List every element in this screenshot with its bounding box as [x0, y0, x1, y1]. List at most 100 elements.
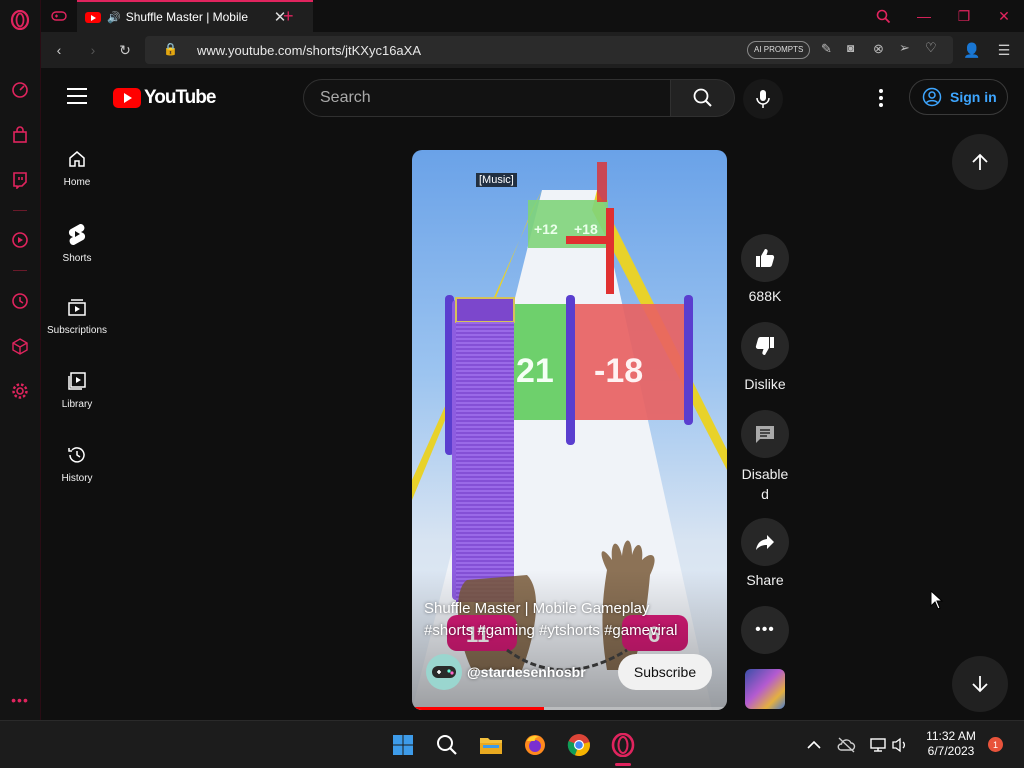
sidebar-item-history[interactable]: History	[41, 435, 113, 501]
search-button[interactable]	[671, 79, 735, 117]
lock-icon: 🔒	[163, 42, 178, 56]
channel-avatar[interactable]	[426, 654, 462, 690]
search-input[interactable]: Search	[303, 79, 671, 117]
url-field[interactable]: 🔒 www.youtube.com/shorts/jtKXyc16aXA AI …	[145, 36, 953, 64]
thumbs-down-icon	[755, 337, 774, 355]
volume-icon[interactable]	[886, 731, 914, 759]
cloud-offline-icon[interactable]	[832, 731, 860, 759]
tab-strip: 🔊 Shuffle Master | Mobile ✕ + — ❐ ✕	[41, 0, 1024, 32]
search-icon	[693, 88, 712, 107]
restore-button[interactable]: ❐	[953, 6, 975, 26]
opera-sidebar: •••	[0, 0, 41, 720]
speed-dial-icon[interactable]	[9, 79, 31, 101]
sidebar-item-label: History	[61, 473, 93, 484]
mouse-cursor-icon	[930, 590, 944, 610]
send-icon[interactable]: ➢	[899, 40, 910, 56]
subscribe-button[interactable]: Subscribe	[618, 654, 712, 690]
ai-prompts-button[interactable]: AI PROMPTS	[747, 41, 811, 59]
sound-thumbnail[interactable]	[745, 669, 785, 709]
heart-icon[interactable]: ♡	[925, 40, 937, 56]
tab-title: Shuffle Master | Mobile	[125, 10, 248, 24]
easy-setup-icon[interactable]: ☰	[994, 40, 1014, 60]
edit-icon[interactable]: ✎	[821, 41, 832, 57]
more-dots-icon[interactable]: •••	[9, 689, 31, 711]
library-icon	[68, 372, 86, 390]
comments-button[interactable]	[741, 410, 789, 458]
address-bar-row: ‹ › ↻ 🔒 www.youtube.com/shorts/jtKXyc16a…	[41, 32, 1024, 68]
comments-label-line-2: d	[761, 486, 769, 502]
reload-icon[interactable]: ↻	[115, 40, 135, 60]
sign-in-button[interactable]: Sign in	[909, 79, 1008, 115]
sidebar-item-label: Subscriptions	[46, 325, 108, 336]
notification-count: 1	[992, 739, 998, 750]
file-explorer-icon[interactable]	[477, 731, 505, 759]
chrome-icon[interactable]	[565, 731, 593, 759]
show-hidden-icons-chevron-icon[interactable]	[800, 731, 828, 759]
youtube-logo[interactable]: YouTube	[113, 87, 216, 109]
shorts-icon	[68, 223, 86, 245]
share-label: Share	[746, 572, 784, 588]
tab-active[interactable]: 🔊 Shuffle Master | Mobile ✕	[77, 0, 313, 32]
channel-name[interactable]: @stardesenhosbr	[467, 664, 586, 680]
voice-search-button[interactable]	[743, 79, 783, 119]
dislike-label: Dislike	[744, 376, 786, 392]
shopping-bag-icon[interactable]	[9, 124, 31, 146]
gamepad-icon[interactable]	[51, 0, 71, 32]
settings-gear-icon[interactable]	[9, 380, 31, 402]
next-short-button[interactable]	[952, 656, 1008, 712]
settings-more-icon[interactable]	[878, 89, 884, 107]
more-actions-button[interactable]: •••	[741, 606, 789, 654]
account-icon	[922, 87, 942, 107]
minimize-button[interactable]: —	[913, 6, 935, 26]
opera-logo-icon[interactable]	[9, 9, 31, 31]
taskbar-search-icon[interactable]	[433, 731, 461, 759]
notification-badge[interactable]: 1	[988, 737, 1003, 752]
search-placeholder: Search	[320, 89, 371, 106]
sidebar-item-subscriptions[interactable]: Subscriptions	[41, 287, 113, 353]
player-icon[interactable]	[9, 229, 31, 251]
twitch-icon[interactable]	[9, 169, 31, 191]
caption-text: [Music]	[476, 173, 517, 187]
close-window-button[interactable]: ✕	[993, 6, 1015, 26]
gamepad-avatar-icon	[432, 666, 456, 678]
adblock-icon[interactable]: ⊗	[873, 41, 884, 57]
progress-track[interactable]	[412, 707, 727, 710]
forward-icon[interactable]: ›	[83, 40, 103, 60]
title-hashtags[interactable]: #shorts #gaming #ytshorts #gameviral	[424, 620, 719, 642]
gate-far-right-label: +18	[574, 221, 598, 237]
video-title[interactable]: Shuffle Master | Mobile Gameplay #shorts…	[424, 598, 719, 642]
sidebar-item-label: Shorts	[62, 253, 92, 264]
gate-left-label: 21	[516, 352, 554, 390]
history-clock-icon[interactable]	[9, 290, 31, 312]
back-icon[interactable]: ‹	[49, 40, 69, 60]
firefox-icon[interactable]	[521, 731, 549, 759]
speaker-icon[interactable]: 🔊	[107, 11, 121, 24]
gate-right-label: -18	[594, 352, 643, 390]
arrow-down-icon	[972, 676, 988, 693]
sidebar-item-shorts[interactable]: Shorts	[41, 213, 113, 279]
windows-start-icon[interactable]	[389, 731, 417, 759]
sidebar-item-library[interactable]: Library	[41, 361, 113, 427]
youtube-favicon-icon	[85, 11, 101, 23]
previous-short-button[interactable]	[952, 134, 1008, 190]
comments-label-line-1: Disable	[741, 466, 789, 482]
search-tabs-icon[interactable]	[872, 6, 894, 26]
subscriptions-icon	[68, 299, 86, 316]
dislike-button[interactable]	[741, 322, 789, 370]
progress-fill	[412, 707, 545, 710]
new-tab-button[interactable]: +	[283, 0, 299, 32]
active-app-indicator	[615, 763, 631, 766]
cube-icon[interactable]	[9, 335, 31, 357]
opera-gx-icon[interactable]	[609, 731, 637, 759]
clock[interactable]: 11:32 AM 6/7/2023	[918, 729, 984, 759]
like-button[interactable]	[741, 234, 789, 282]
sidebar-divider	[13, 270, 27, 271]
home-icon	[69, 151, 85, 167]
share-button[interactable]	[741, 518, 789, 566]
camera-icon[interactable]: ◙	[847, 41, 854, 55]
share-arrow-icon	[756, 535, 774, 550]
profile-icon[interactable]: 👤	[962, 40, 982, 60]
short-video-player[interactable]: +12 +18 21 -18 11 6	[412, 150, 727, 710]
guide-menu-icon[interactable]	[67, 88, 87, 104]
sidebar-item-home[interactable]: Home	[41, 139, 113, 205]
